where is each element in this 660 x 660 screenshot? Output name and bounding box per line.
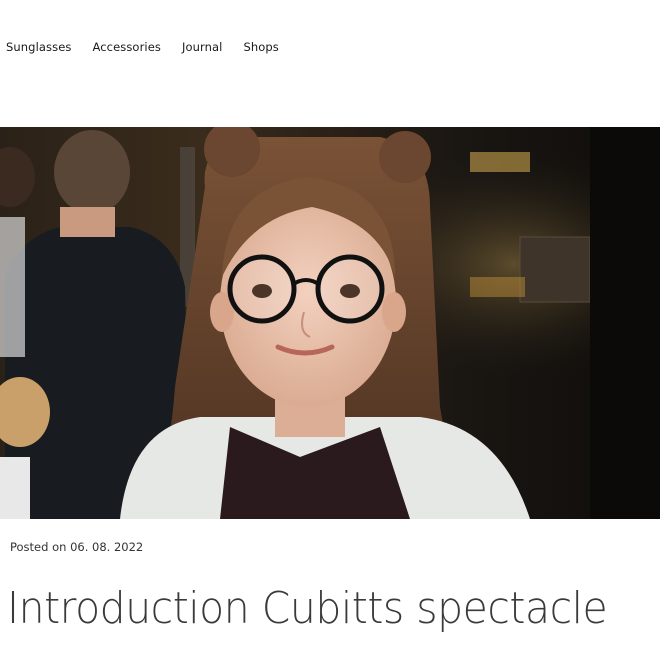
nav-item-journal[interactable]: Journal	[182, 40, 222, 54]
nav-item-sunglasses[interactable]: Sunglasses	[6, 40, 71, 54]
hero-photo	[0, 127, 660, 519]
nav-item-accessories[interactable]: Accessories	[92, 40, 161, 54]
post-title: Introduction Cubitts spectacle	[7, 583, 608, 634]
nav-item-shops[interactable]: Shops	[243, 40, 278, 54]
post-date: Posted on 06. 08. 2022	[10, 540, 144, 554]
main-nav: Sunglasses Accessories Journal Shops	[6, 40, 300, 54]
hero-image	[0, 127, 660, 519]
